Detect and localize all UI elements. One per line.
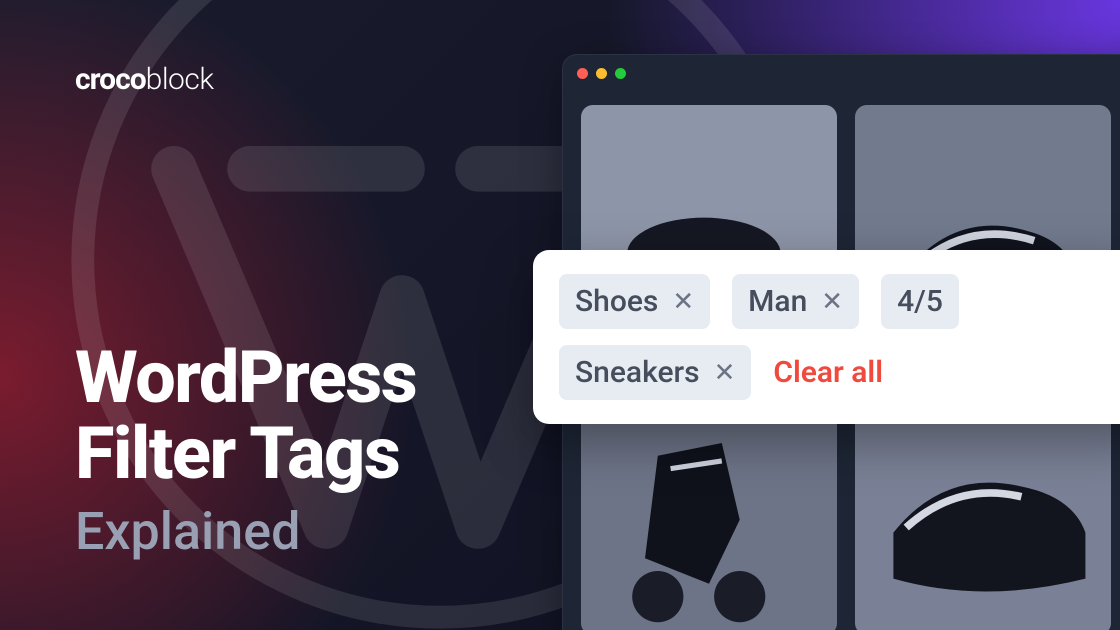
window-titlebar — [563, 55, 1120, 91]
hero-stage: crocoblock WordPress Filter Tags Explain… — [0, 0, 1120, 630]
remove-tag-icon[interactable]: ✕ — [821, 289, 843, 315]
tag-label: Sneakers — [575, 355, 700, 390]
tag-label: Shoes — [575, 284, 658, 319]
headline-sub: Explained — [75, 501, 416, 562]
headline-line2: Filter Tags — [75, 411, 399, 496]
brand-bold: croco — [75, 62, 146, 97]
filter-tags-panel: Shoes ✕ Man ✕ 4/5 Sneakers ✕ Clear all — [533, 250, 1120, 424]
tag-label: Man — [748, 284, 807, 319]
brand-logo: crocoblock — [75, 62, 214, 97]
headline: WordPress Filter Tags Explained — [75, 340, 416, 562]
filter-tag[interactable]: Shoes ✕ — [559, 274, 710, 329]
tag-label: 4/5 — [897, 284, 943, 319]
clear-all-button[interactable]: Clear all — [773, 355, 883, 390]
minimize-icon[interactable] — [596, 68, 607, 79]
headline-line1: WordPress — [75, 335, 416, 420]
filter-tag[interactable]: Sneakers ✕ — [559, 345, 751, 400]
close-icon[interactable] — [577, 68, 588, 79]
filter-tag[interactable]: Man ✕ — [732, 274, 859, 329]
remove-tag-icon[interactable]: ✕ — [672, 289, 694, 315]
filter-tag[interactable]: 4/5 — [881, 274, 959, 329]
zoom-icon[interactable] — [615, 68, 626, 79]
remove-tag-icon[interactable]: ✕ — [714, 360, 736, 386]
headline-title: WordPress Filter Tags — [75, 340, 416, 491]
brand-light: block — [146, 62, 214, 97]
